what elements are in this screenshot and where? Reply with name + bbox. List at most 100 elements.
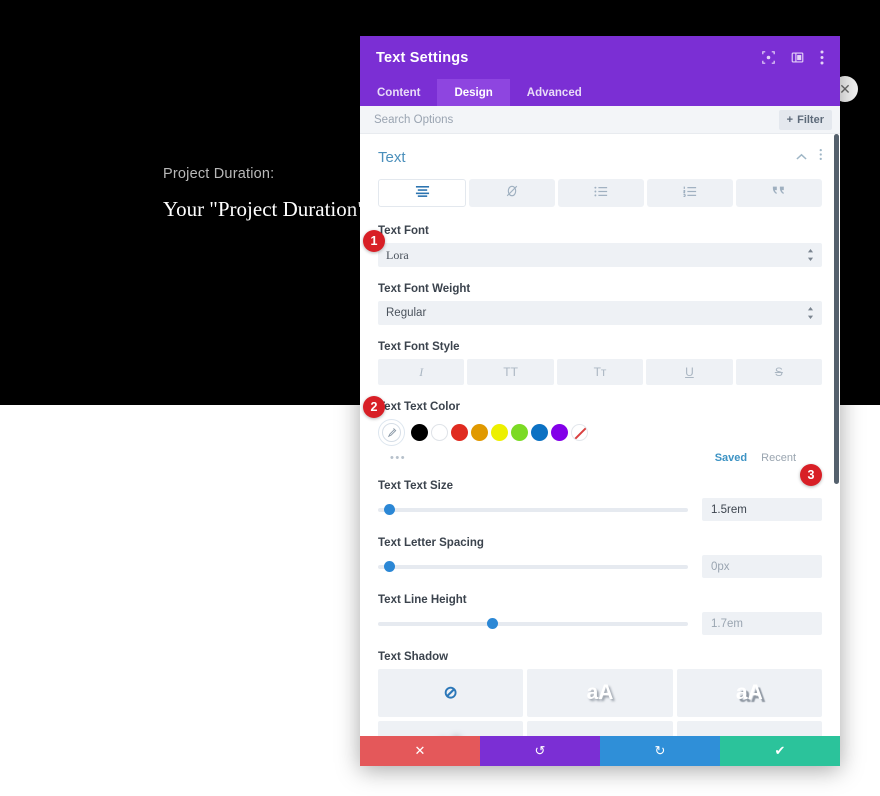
section-more-options-icon[interactable] bbox=[819, 148, 823, 166]
bullet-list-icon bbox=[594, 184, 608, 202]
text-shadow-label: Text Shadow bbox=[378, 651, 449, 663]
recent-colors-tab[interactable]: Recent bbox=[761, 452, 796, 464]
slash-circle-icon: ⊘ bbox=[443, 683, 458, 702]
italic-button[interactable]: I bbox=[378, 359, 465, 385]
swatch-black[interactable] bbox=[411, 424, 428, 441]
swatch-blue[interactable] bbox=[531, 424, 548, 441]
swatch-yellow[interactable] bbox=[491, 424, 508, 441]
text-size-row: 1.5rem bbox=[378, 498, 822, 521]
letter-spacing-slider[interactable] bbox=[378, 560, 688, 574]
save-button[interactable]: ✔ bbox=[720, 736, 840, 766]
scrollbar-track[interactable] bbox=[833, 134, 840, 736]
page-title: Text Settings bbox=[376, 49, 469, 66]
quote-tab[interactable] bbox=[736, 179, 822, 207]
text-font-select[interactable]: Lora bbox=[378, 243, 822, 267]
tab-content[interactable]: Content bbox=[360, 79, 437, 106]
text-color-label: Text Text Color bbox=[378, 401, 460, 413]
underline-button[interactable]: U bbox=[646, 359, 733, 385]
text-settings-modal: Text Settings Content Design Advanced Se… bbox=[360, 36, 840, 766]
tab-advanced[interactable]: Advanced bbox=[510, 79, 599, 106]
text-size-slider[interactable] bbox=[378, 503, 688, 517]
slider-track bbox=[378, 564, 688, 569]
modal-header: Text Settings bbox=[360, 36, 840, 79]
shadow-preset-3[interactable]: aA bbox=[378, 721, 524, 736]
section-header-text: Text bbox=[378, 148, 822, 166]
filter-label: Filter bbox=[797, 113, 824, 126]
field-letter-spacing: Text Letter Spacing 0px bbox=[378, 537, 822, 578]
smallcaps-button[interactable]: Tт bbox=[556, 359, 644, 385]
cancel-button[interactable]: ✕ bbox=[360, 736, 480, 766]
eyedropper-button[interactable] bbox=[378, 419, 405, 446]
field-text-shadow: Text Shadow ⊘ aA aA aA aA aA bbox=[378, 651, 822, 736]
text-align-icon bbox=[415, 184, 430, 202]
field-text-font: Text Font Lora bbox=[378, 225, 822, 267]
more-options-icon[interactable] bbox=[820, 50, 824, 65]
text-align-tab[interactable] bbox=[378, 179, 466, 207]
shadow-preset-2[interactable]: aA bbox=[676, 669, 822, 717]
letter-spacing-input[interactable]: 0px bbox=[702, 555, 822, 578]
numbered-list-icon bbox=[683, 184, 697, 202]
scrollbar-thumb[interactable] bbox=[834, 134, 839, 484]
text-font-weight-select[interactable]: Regular bbox=[378, 301, 822, 325]
line-height-slider[interactable] bbox=[378, 617, 688, 631]
shadow-preset-4[interactable]: aA bbox=[527, 721, 673, 736]
text-font-weight-value: Regular bbox=[386, 307, 427, 319]
letter-spacing-label: Text Letter Spacing bbox=[378, 537, 484, 549]
field-text-font-style: Text Font Style I TT Tт U S bbox=[378, 341, 823, 385]
shadow-none[interactable]: ⊘ bbox=[378, 669, 524, 717]
numbered-list-tab[interactable] bbox=[647, 179, 733, 207]
plus-icon: + bbox=[786, 113, 794, 126]
slider-knob[interactable] bbox=[384, 561, 396, 572]
strikethrough-button[interactable]: S bbox=[735, 359, 823, 385]
field-line-height: Text Line Height 1.7em bbox=[378, 594, 822, 635]
bullet-list-tab[interactable] bbox=[558, 179, 644, 207]
chevron-updown-icon bbox=[807, 248, 814, 262]
undo-button[interactable]: ↺ bbox=[480, 736, 600, 766]
field-text-color: Text Text Color ••• Saved Recent bbox=[378, 401, 822, 464]
header-icon-group bbox=[762, 50, 824, 65]
slider-knob[interactable] bbox=[486, 618, 498, 629]
text-font-style-label: Text Font Style bbox=[378, 341, 460, 353]
focus-target-icon[interactable] bbox=[762, 51, 775, 64]
swatch-transparent[interactable] bbox=[571, 424, 588, 441]
chevron-up-icon[interactable] bbox=[795, 148, 807, 166]
swatch-white[interactable] bbox=[431, 424, 448, 441]
line-height-input[interactable]: 1.7em bbox=[702, 612, 822, 635]
text-font-weight-label: Text Font Weight bbox=[378, 283, 471, 295]
tab-design[interactable]: Design bbox=[437, 79, 510, 106]
swatch-orange[interactable] bbox=[471, 424, 488, 441]
no-style-tab[interactable] bbox=[469, 179, 555, 207]
shadow-preset-5[interactable]: aA bbox=[676, 721, 822, 736]
swatch-green[interactable] bbox=[511, 424, 528, 441]
more-colors-icon[interactable]: ••• bbox=[390, 452, 406, 464]
shadow-preset-1[interactable]: aA bbox=[527, 669, 673, 717]
slider-track bbox=[378, 507, 688, 512]
panel-layout-icon[interactable] bbox=[791, 51, 804, 64]
modal-body: Text Text Font Lora Text Font Weight Reg… bbox=[360, 134, 840, 736]
annotation-badge-3: 3 bbox=[800, 464, 822, 486]
color-swatch-row bbox=[378, 419, 822, 446]
filter-button[interactable]: + Filter bbox=[778, 109, 832, 130]
text-option-tabs bbox=[378, 179, 822, 207]
close-glyph: ✕ bbox=[839, 81, 851, 97]
text-font-value: Lora bbox=[386, 247, 409, 262]
text-font-label: Text Font bbox=[378, 225, 429, 237]
search-bar: + Filter bbox=[360, 106, 840, 134]
uppercase-button[interactable]: TT bbox=[467, 359, 554, 385]
screenshot-root: Project Duration: Your "Project Duration… bbox=[0, 0, 880, 796]
swatch-red[interactable] bbox=[451, 424, 468, 441]
search-input[interactable] bbox=[374, 113, 779, 126]
field-text-size: Text Text Size 1.5rem bbox=[378, 480, 822, 521]
color-sub-row: ••• Saved Recent bbox=[378, 452, 822, 464]
saved-colors-tab[interactable]: Saved bbox=[715, 452, 747, 464]
modal-footer: ✕ ↺ ↻ ✔ bbox=[360, 736, 840, 766]
chevron-updown-icon bbox=[807, 306, 814, 320]
swatch-purple[interactable] bbox=[551, 424, 568, 441]
page-label: Project Duration: bbox=[163, 166, 275, 182]
slider-knob[interactable] bbox=[384, 504, 396, 515]
eyedropper-icon bbox=[382, 423, 401, 442]
text-size-input[interactable]: 1.5rem bbox=[702, 498, 822, 521]
line-height-row: 1.7em bbox=[378, 612, 822, 635]
slider-track bbox=[378, 621, 688, 626]
redo-button[interactable]: ↻ bbox=[600, 736, 720, 766]
